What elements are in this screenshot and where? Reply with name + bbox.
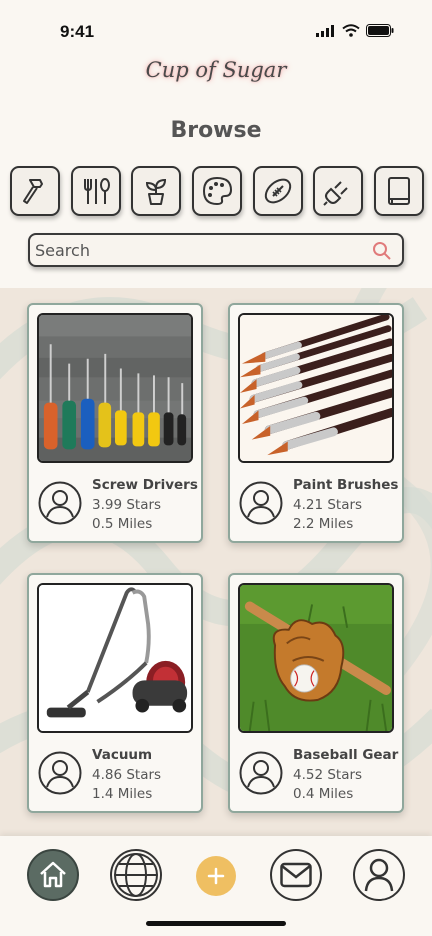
item-image-screwdrivers <box>37 313 193 463</box>
item-distance: 0.4 Miles <box>293 786 354 802</box>
item-card-screw-drivers[interactable]: Screw Drivers 3.99 Stars 0.5 Miles <box>27 303 203 543</box>
plus-icon <box>207 867 225 885</box>
item-distance: 0.5 Miles <box>92 516 153 532</box>
palette-icon <box>202 176 232 206</box>
book-icon <box>387 177 410 205</box>
category-kitchen-button[interactable] <box>70 166 121 216</box>
nav-add-button[interactable] <box>196 856 236 896</box>
category-tools-button[interactable] <box>10 166 60 216</box>
search-bar <box>28 233 404 267</box>
status-bar: 9:41 <box>0 0 432 60</box>
status-time: 9:41 <box>60 22 95 41</box>
plug-icon <box>323 181 348 206</box>
item-distance: 2.2 Miles <box>293 516 354 532</box>
signal-icon <box>316 24 334 37</box>
wifi-icon <box>342 24 360 37</box>
item-name: Vacuum <box>92 747 153 763</box>
page-title: Browse <box>170 118 262 143</box>
nav-explore-button[interactable] <box>110 849 162 901</box>
home-indicator <box>146 921 286 926</box>
item-name: Baseball Gear <box>293 747 399 763</box>
item-card-vacuum[interactable]: Vacuum 4.86 Stars 1.4 Miles <box>27 573 203 813</box>
avatar-icon <box>239 751 283 795</box>
search-icon[interactable] <box>372 241 392 261</box>
nav-profile-button[interactable] <box>353 849 405 901</box>
category-bar <box>10 166 424 216</box>
listings-area: Screw Drivers 3.99 Stars 0.5 Miles Paint… <box>0 288 432 836</box>
item-card-baseball-gear[interactable]: Baseball Gear 4.52 Stars 0.4 Miles <box>228 573 404 813</box>
category-art-button[interactable] <box>191 166 242 216</box>
item-rating: 4.86 Stars <box>92 767 162 783</box>
search-input[interactable] <box>30 235 350 265</box>
item-rating: 4.52 Stars <box>293 767 363 783</box>
category-books-button[interactable] <box>373 166 424 216</box>
football-icon <box>264 178 291 204</box>
home-icon <box>40 861 66 888</box>
bottom-nav <box>0 836 432 936</box>
avatar-icon <box>38 751 82 795</box>
item-rating: 3.99 Stars <box>92 497 162 513</box>
avatar-icon <box>239 481 283 525</box>
status-icons <box>316 24 394 37</box>
profile-icon <box>364 858 394 892</box>
item-image-baseball-gear <box>238 583 394 733</box>
nav-home-button[interactable] <box>27 849 79 901</box>
avatar-icon <box>38 481 82 525</box>
hammer-icon <box>23 179 43 204</box>
category-electronics-button[interactable] <box>313 166 364 216</box>
item-image-paint-brushes <box>238 313 394 463</box>
app-logo: Cup of Sugar <box>145 58 287 82</box>
battery-icon <box>366 24 394 37</box>
nav-messages-button[interactable] <box>270 849 322 901</box>
item-distance: 1.4 Miles <box>92 786 153 802</box>
globe-icon <box>114 853 158 897</box>
category-garden-button[interactable] <box>131 166 182 216</box>
category-sports-button[interactable] <box>252 166 303 216</box>
item-name: Screw Drivers <box>92 477 198 493</box>
utensils-icon <box>83 178 110 204</box>
item-rating: 4.21 Stars <box>293 497 363 513</box>
item-card-paint-brushes[interactable]: Paint Brushes 4.21 Stars 2.2 Miles <box>228 303 404 543</box>
mail-icon <box>280 862 312 888</box>
item-image-vacuum <box>37 583 193 733</box>
plant-icon <box>146 178 167 205</box>
item-name: Paint Brushes <box>293 477 399 493</box>
